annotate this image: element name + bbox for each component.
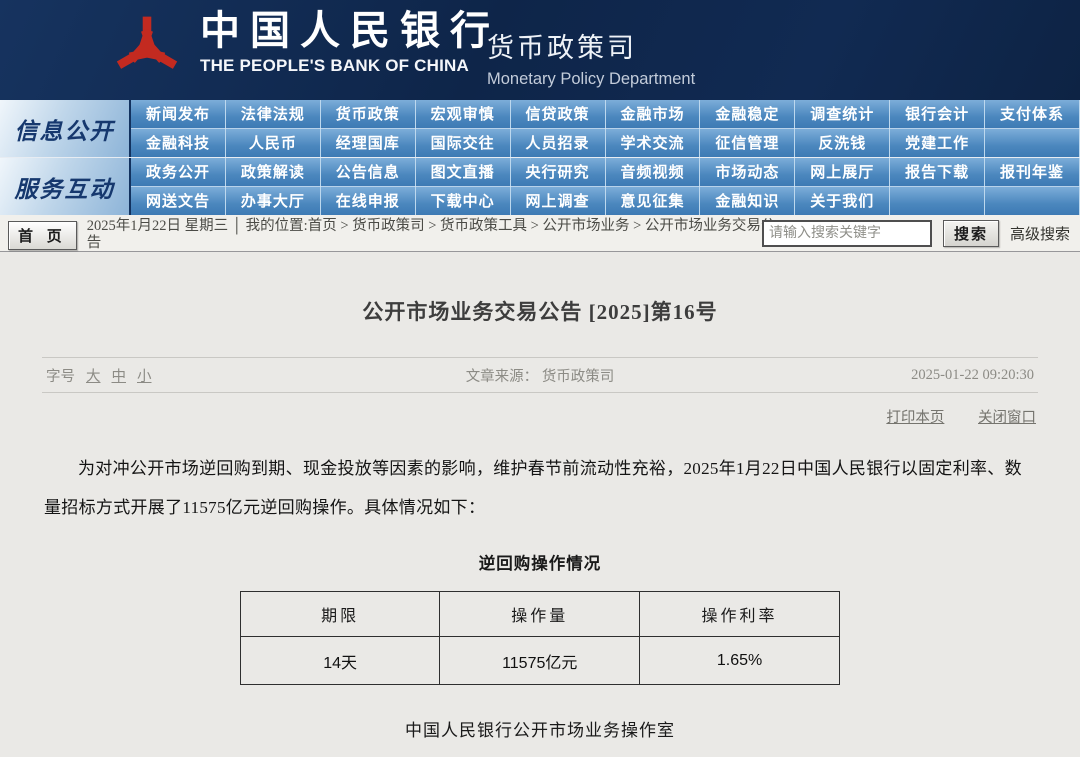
nav-item[interactable]: 市场动态 (700, 158, 795, 187)
nav-item[interactable]: 经理国库 (321, 129, 416, 158)
article-content: 公开市场业务交易公告 [2025]第16号 字号 大 中 小 文章来源： 货币政… (0, 252, 1080, 757)
close-window-link[interactable]: 关闭窗口 (978, 410, 1036, 426)
nav-item[interactable]: 政务公开 (131, 158, 226, 187)
nav-item[interactable]: 人民币 (226, 129, 321, 158)
search-area: 搜索 高级搜索 (762, 220, 1070, 247)
department-name-cn: 货币政策司 (487, 26, 695, 65)
nav-item[interactable]: 支付体系 (985, 100, 1080, 129)
nav-item[interactable]: 宏观审慎 (416, 100, 511, 129)
nav-item[interactable]: 网上调查 (511, 187, 606, 216)
nav-grid-information: 新闻发布 法律法规 货币政策 宏观审慎 信贷政策 金融市场 金融稳定 调查统计 … (131, 100, 1080, 157)
nav-section-information: 信息公开 新闻发布 法律法规 货币政策 宏观审慎 信贷政策 金融市场 金融稳定 … (0, 100, 1080, 158)
search-input[interactable] (762, 220, 932, 247)
nav-item[interactable]: 意见征集 (606, 187, 701, 216)
nav-item[interactable]: 金融稳定 (700, 100, 795, 129)
table-cell-term: 14天 (241, 637, 440, 685)
nav-item[interactable]: 反洗钱 (795, 129, 890, 158)
font-size-label: 字号 (46, 365, 75, 386)
main-navigation: 信息公开 新闻发布 法律法规 货币政策 宏观审慎 信贷政策 金融市场 金融稳定 … (0, 100, 1080, 215)
source-value: 货币政策司 (542, 369, 615, 385)
nav-item[interactable]: 报告下载 (890, 158, 985, 187)
current-date: 2025年1月22日 星期三 (87, 218, 228, 234)
article-body-paragraph: 为对冲公开市场逆回购到期、现金投放等因素的影响，维护春节前流动性充裕，2025年… (44, 449, 1036, 527)
table-header-volume: 操作量 (440, 592, 640, 637)
nav-item[interactable]: 图文直播 (416, 158, 511, 187)
advanced-search-link[interactable]: 高级搜索 (1010, 223, 1070, 244)
nav-item[interactable]: 国际交往 (416, 129, 511, 158)
nav-item[interactable]: 银行会计 (890, 100, 985, 129)
nav-item-empty (985, 129, 1080, 158)
nav-item[interactable]: 金融市场 (606, 100, 701, 129)
table-header-row: 期限 操作量 操作利率 (241, 592, 840, 637)
nav-item[interactable]: 金融科技 (131, 129, 226, 158)
nav-section-services: 服务互动 政务公开 政策解读 公告信息 图文直播 央行研究 音频视频 市场动态 … (0, 158, 1080, 215)
nav-item[interactable]: 信贷政策 (511, 100, 606, 129)
nav-item[interactable]: 党建工作 (890, 129, 985, 158)
nav-item[interactable]: 公告信息 (321, 158, 416, 187)
breadcrumb-bar: 首 页 2025年1月22日 星期三 │ 我的位置:首页 > 货币政策司 > 货… (0, 215, 1080, 252)
nav-item[interactable]: 报刊年鉴 (985, 158, 1080, 187)
search-button[interactable]: 搜索 (943, 220, 999, 247)
source-label: 文章来源： (466, 369, 539, 385)
bank-name-en: THE PEOPLE'S BANK OF CHINA (200, 56, 500, 76)
signature-office: 中国人民银行公开市场业务操作室 (0, 716, 1080, 741)
breadcrumb: 2025年1月22日 星期三 │ 我的位置:首页 > 货币政策司 > 货币政策工… (87, 218, 785, 251)
nav-item[interactable]: 央行研究 (511, 158, 606, 187)
table-header-rate: 操作利率 (640, 592, 840, 637)
nav-item[interactable]: 网送文告 (131, 187, 226, 216)
article-source: 文章来源： 货币政策司 (360, 365, 721, 386)
nav-section-label-information: 信息公开 (0, 100, 131, 157)
department-name-en: Monetary Policy Department (487, 70, 695, 89)
nav-item[interactable]: 在线申报 (321, 187, 416, 216)
nav-item[interactable]: 关于我们 (795, 187, 890, 216)
table-header-term: 期限 (241, 592, 440, 637)
site-header: 中国人民银行 THE PEOPLE'S BANK OF CHINA 货币政策司 … (0, 0, 1080, 100)
nav-grid-services: 政务公开 政策解读 公告信息 图文直播 央行研究 音频视频 市场动态 网上展厅 … (131, 158, 1080, 215)
bank-name-cn: 中国人民银行 (200, 8, 500, 54)
breadcrumb-divider: │ (232, 218, 242, 234)
nav-item[interactable]: 法律法规 (226, 100, 321, 129)
nav-item[interactable]: 新闻发布 (131, 100, 226, 129)
font-size-small[interactable]: 小 (137, 365, 152, 386)
department-title-block: 货币政策司 Monetary Policy Department (487, 26, 695, 89)
article-timestamp: 2025-01-22 09:20:30 (720, 367, 1038, 384)
nav-item[interactable]: 调查统计 (795, 100, 890, 129)
article-meta-row: 字号 大 中 小 文章来源： 货币政策司 2025-01-22 09:20:30 (42, 357, 1038, 393)
font-size-medium[interactable]: 中 (112, 365, 127, 386)
font-size-controls: 字号 大 中 小 (42, 365, 360, 386)
font-size-large[interactable]: 大 (86, 365, 101, 386)
nav-item[interactable]: 下载中心 (416, 187, 511, 216)
nav-item[interactable]: 征信管理 (700, 129, 795, 158)
article-actions: 打印本页 关闭窗口 (42, 393, 1038, 427)
nav-item-empty (985, 187, 1080, 216)
nav-item[interactable]: 金融知识 (700, 187, 795, 216)
pboc-logo-icon (108, 6, 186, 92)
table-title: 逆回购操作情况 (0, 550, 1080, 574)
nav-item[interactable]: 办事大厅 (226, 187, 321, 216)
nav-item[interactable]: 政策解读 (226, 158, 321, 187)
nav-item[interactable]: 货币政策 (321, 100, 416, 129)
page-title: 公开市场业务交易公告 [2025]第16号 (0, 296, 1080, 326)
print-page-link[interactable]: 打印本页 (886, 410, 944, 426)
table-row: 14天 11575亿元 1.65% (241, 637, 840, 685)
table-cell-volume: 11575亿元 (440, 637, 640, 685)
nav-item[interactable]: 网上展厅 (795, 158, 890, 187)
table-cell-rate: 1.65% (640, 637, 840, 685)
nav-item[interactable]: 人员招录 (511, 129, 606, 158)
nav-item[interactable]: 学术交流 (606, 129, 701, 158)
home-button[interactable]: 首 页 (8, 221, 77, 250)
nav-item-empty (890, 187, 985, 216)
bank-title-block: 中国人民银行 THE PEOPLE'S BANK OF CHINA (200, 8, 500, 76)
repo-operation-table: 期限 操作量 操作利率 14天 11575亿元 1.65% (240, 591, 840, 685)
nav-item[interactable]: 音频视频 (606, 158, 701, 187)
nav-section-label-services: 服务互动 (0, 158, 131, 215)
